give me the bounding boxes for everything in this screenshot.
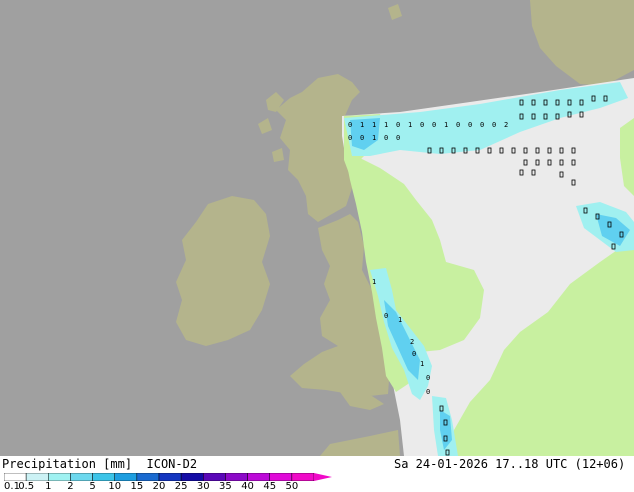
legend-tick-label: 45 <box>263 481 277 492</box>
legend-swatch <box>4 473 27 481</box>
legend-swatch <box>225 473 248 481</box>
legend-swatch <box>25 473 49 481</box>
legend-tick-label: 2 <box>67 481 74 492</box>
precip-value-label: 0 <box>492 121 496 129</box>
legend-swatch <box>203 473 226 481</box>
legend-swatch <box>114 473 138 481</box>
precip-value-label: 0 <box>480 121 484 129</box>
precipitation-map: 0 1 1 1 0 1 0 0 1 0 0 0 0 20 0 1 0 010 120100 <box>0 0 634 456</box>
precip-value-label: 0 <box>384 312 388 320</box>
precip-value-label: 2 <box>410 338 414 346</box>
precip-value-label: 0 <box>348 121 352 129</box>
precip-value-label: 1 <box>408 121 412 129</box>
precip-value-label: 0 <box>396 121 400 129</box>
legend-tick-label: 1 <box>45 481 52 492</box>
precip-value-label: 1 <box>444 121 448 129</box>
legend-tick-label: 40 <box>241 481 254 492</box>
precip-value-label: 0 <box>468 121 472 129</box>
legend-tick-label: 5 <box>89 481 96 492</box>
precip-value-label: 0 <box>456 121 460 129</box>
precip-value-label: 0 <box>426 388 430 396</box>
precip-value-label: 0 <box>426 374 430 382</box>
precip-value-label: 2 <box>504 121 508 129</box>
precip-value-label: 1 <box>420 360 424 368</box>
precip-value-label: 1 <box>384 121 388 129</box>
legend-swatch <box>92 473 115 481</box>
precip-value-label: 0 <box>384 134 388 142</box>
legend-tick-label: 20 <box>152 481 166 492</box>
precip-value-label: 0 <box>412 350 416 358</box>
precip-value-label: 1 <box>398 316 402 324</box>
precip-value-label: 0 <box>420 121 424 129</box>
legend-tick-label: 50 <box>285 481 299 492</box>
legend-swatch <box>136 473 160 481</box>
legend-swatch <box>291 473 315 481</box>
legend-colorbar <box>4 473 332 481</box>
legend-tick-label: 15 <box>130 481 144 492</box>
precip-value-label: 0 <box>432 121 436 129</box>
legend-tick-label: 30 <box>196 481 210 492</box>
precip-value-label: 0 <box>396 134 400 142</box>
legend-tick-label: 0.5 <box>18 481 35 492</box>
legend-swatch <box>158 473 182 481</box>
precip-value-label: 1 <box>372 134 376 142</box>
legend-swatch <box>180 473 204 481</box>
legend-overflow-arrow <box>314 473 332 481</box>
legend-swatch <box>48 473 71 481</box>
precip-value-label: 1 <box>360 121 364 129</box>
valid-datetime: Sa 24-01-2026 17..18 UTC (12+06) <box>394 457 626 471</box>
legend-swatch <box>247 473 270 481</box>
legend-swatch <box>269 473 293 481</box>
product-title: Precipitation [mm] ICON-D2 <box>2 457 198 471</box>
legend-swatch <box>70 473 93 481</box>
precip-value-label: 1 <box>372 278 376 286</box>
legend-tick-label: 35 <box>219 481 232 492</box>
precip-value-label: 1 <box>372 121 376 129</box>
precip-value-label: 0 <box>348 134 352 142</box>
legend-tick-label: 25 <box>174 481 188 492</box>
legend-tick-label: 10 <box>108 481 122 492</box>
precip-value-label: 0 <box>360 134 364 142</box>
